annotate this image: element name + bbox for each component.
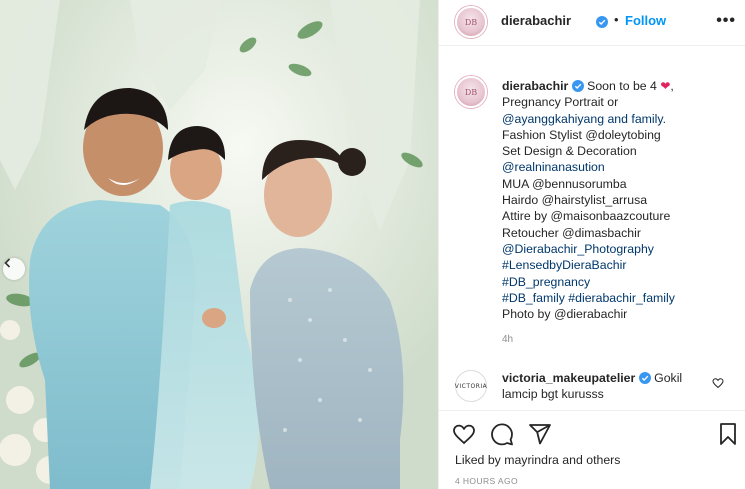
bookmark-icon[interactable]	[715, 421, 741, 447]
caption-line[interactable]: @ayanggkahiyang and family.	[502, 111, 742, 127]
caption-line: MUA @bennusorumba	[502, 176, 627, 191]
post-sidebar: DB dierabachir • Follow ••• DB dierabach…	[438, 0, 745, 489]
caption-line: Attire by @maisonbaazcouture	[502, 209, 671, 224]
post-timestamp: 4 HOURS AGO	[455, 476, 518, 486]
verified-badge-icon	[638, 372, 651, 384]
comment-text: victoria_makeupatelier Gokil lamcip bgt …	[502, 370, 712, 402]
caption-line[interactable]: @realninanasution	[502, 159, 742, 175]
author-avatar[interactable]: DB	[455, 6, 487, 38]
caption-line[interactable]: @Dierabachir_Photography	[502, 241, 742, 257]
comment-like-icon[interactable]	[712, 376, 724, 394]
caption-line: Retoucher @dimasbachir	[502, 225, 641, 240]
likes-summary[interactable]: Liked by mayrindra and others	[455, 453, 620, 467]
heart-icon[interactable]	[451, 421, 477, 447]
caption-username[interactable]: dierabachir	[502, 79, 568, 93]
carousel-prev-button[interactable]	[3, 258, 25, 280]
caption-line[interactable]: #DB_family #dierabachir_family	[502, 290, 742, 306]
verified-badge-icon	[571, 80, 584, 92]
verified-badge-icon	[596, 13, 608, 31]
caption-line[interactable]: #LensedbyDieraBachir	[502, 257, 742, 273]
post-header: DB dierabachir • Follow •••	[439, 0, 745, 46]
caption-author-avatar[interactable]: DB	[455, 76, 487, 108]
caption-line: Photo by @dierabachir	[502, 307, 628, 322]
caption-line[interactable]: #DB_pregnancy	[502, 274, 742, 290]
follow-button[interactable]: Follow	[625, 13, 666, 28]
family-portrait-illustration	[0, 0, 438, 489]
post-actions: Liked by mayrindra and others 4 HOURS AG…	[439, 410, 745, 489]
commenter-username[interactable]: victoria_makeupatelier	[502, 371, 635, 385]
post-photo[interactable]	[0, 0, 438, 489]
caption-line: dierabachir Soon to be 4 ❤,	[502, 79, 674, 93]
comment-item: VICTORIA victoria_makeupatelier Gokil la…	[439, 362, 745, 410]
chevron-left-icon	[4, 258, 11, 268]
caption-text: dierabachir Soon to be 4 ❤, Pregnancy Po…	[502, 78, 742, 322]
author-username[interactable]: dierabachir	[501, 13, 571, 28]
separator-dot: •	[614, 12, 619, 27]
share-icon[interactable]	[527, 421, 553, 447]
caption-line: Hairdo @hairstylist_arrusa	[502, 193, 648, 208]
caption-line: Pregnancy Portrait or	[502, 95, 619, 110]
more-options-icon[interactable]: •••	[716, 12, 736, 30]
caption-time-ago: 4h	[502, 334, 514, 345]
caption-section: DB dierabachir Soon to be 4 ❤, Pregnancy…	[439, 46, 745, 366]
comment-icon[interactable]	[489, 421, 515, 447]
caption-line: Set Design & Decoration	[502, 144, 637, 159]
commenter-avatar[interactable]: VICTORIA	[455, 370, 487, 402]
caption-line: Fashion Stylist @doleytobing	[502, 127, 661, 142]
heart-emoji: ❤	[660, 79, 671, 93]
